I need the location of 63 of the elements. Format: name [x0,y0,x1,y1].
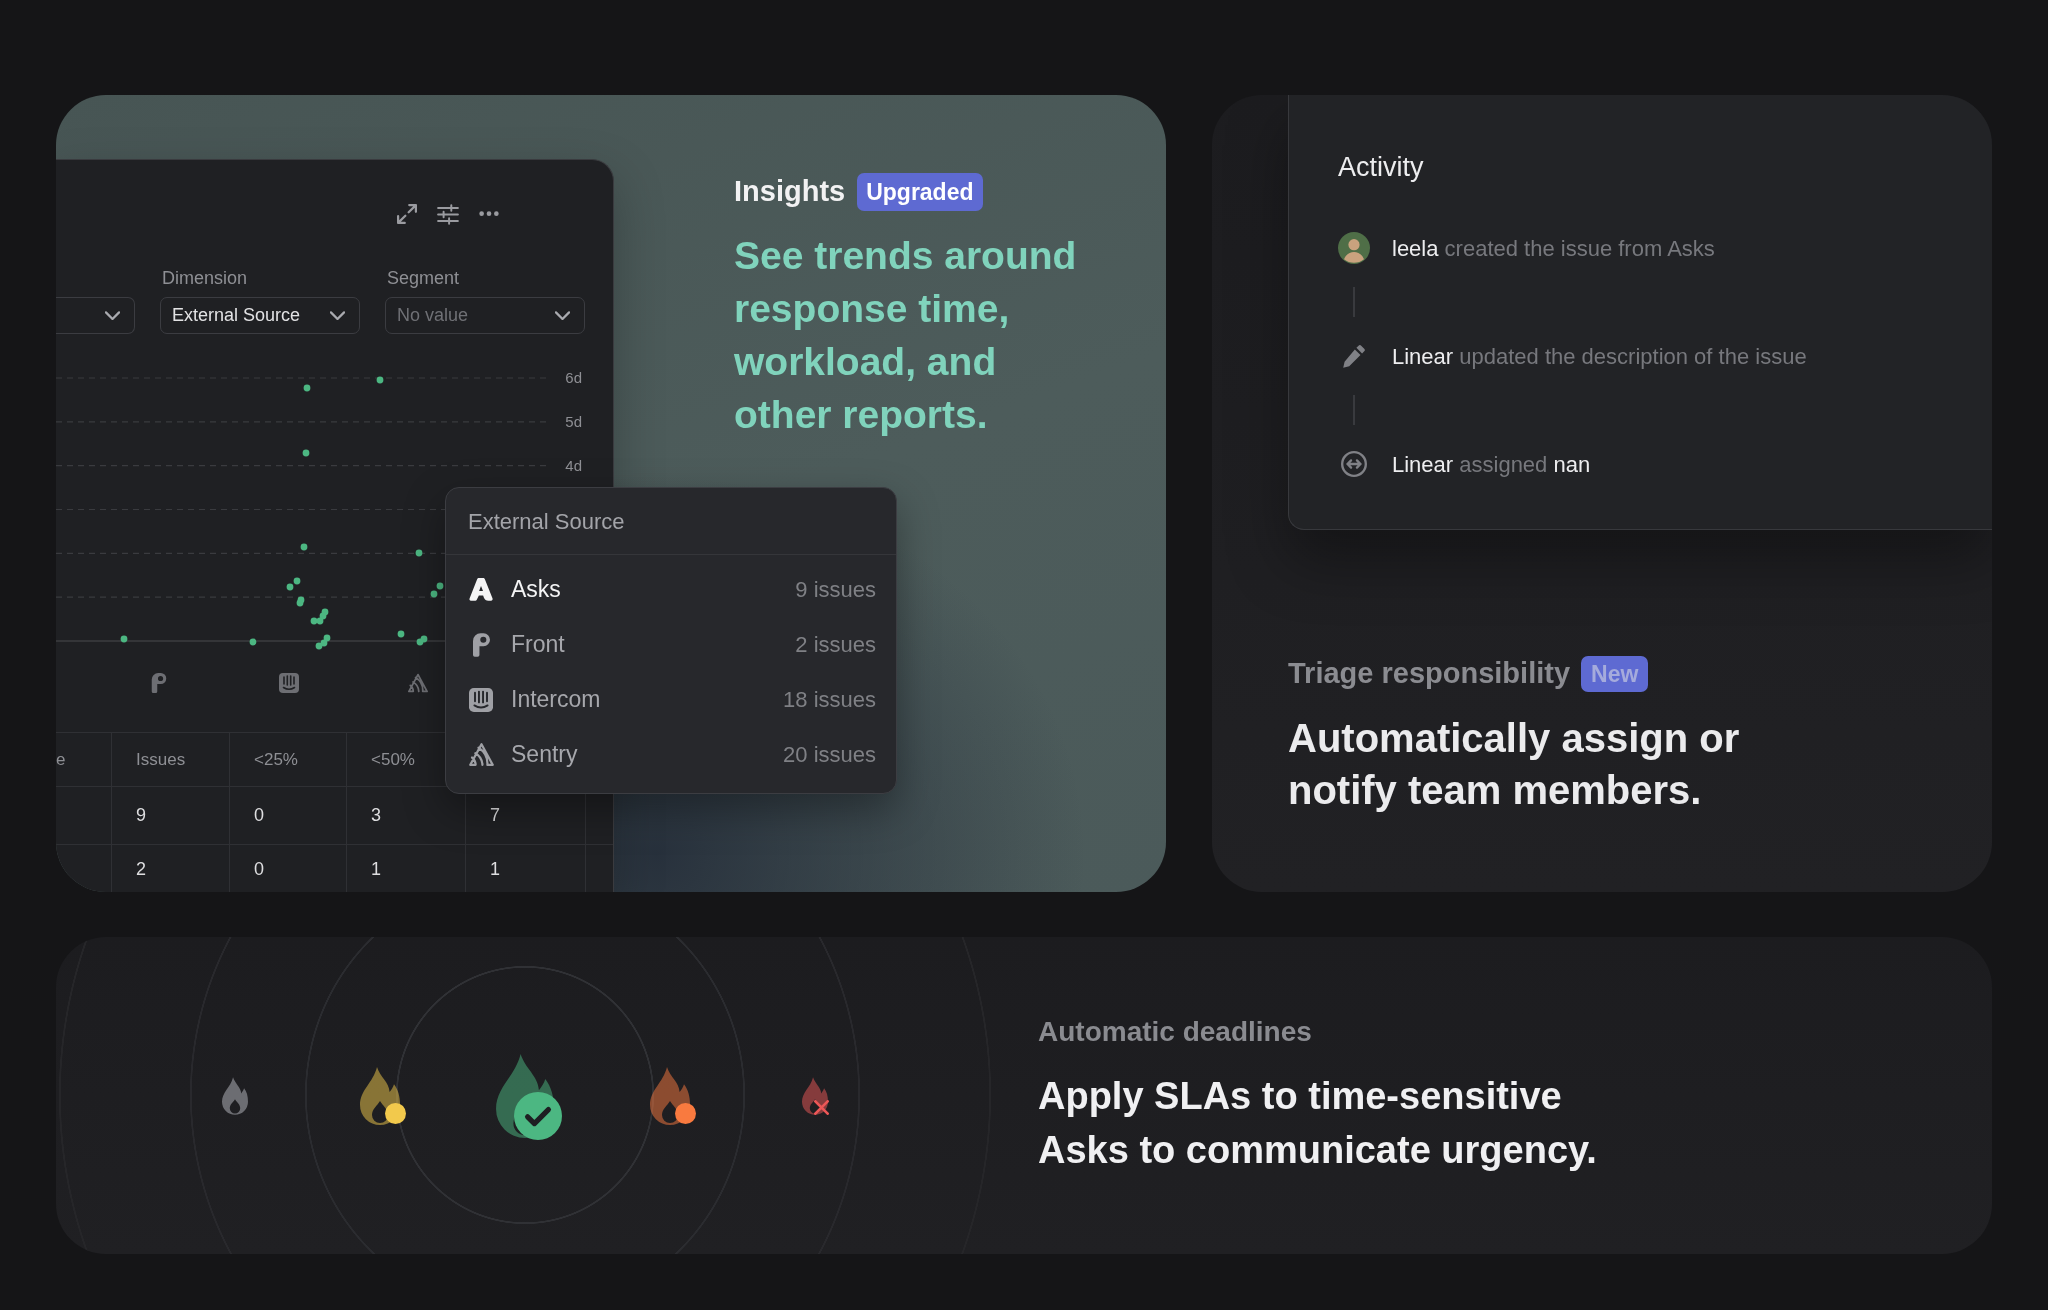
issue-count: 9 issues [795,576,876,604]
issue-count: 2 issues [795,631,876,659]
triangle-arcs-icon [468,743,494,766]
table-cell: 9 [112,787,230,845]
tick-label: 6d [565,369,582,386]
field-label: Segment [386,267,460,289]
section-title: Automatic deadlines [1038,1015,1312,1049]
issue-count: 18 issues [783,686,876,714]
table-cell: 0 [230,845,347,892]
menu-item[interactable]: Asks 9 issues [446,562,896,617]
data-point [397,630,405,638]
pencil-icon [1343,344,1365,368]
column-header: e [56,733,112,787]
striped-square-icon [469,687,493,712]
a-letter-icon [469,578,493,601]
activity-text: Linear updated the description of the issue [1392,342,1807,371]
feature-badge: New [1581,656,1649,692]
feature-badge: Upgraded [857,173,983,211]
data-point [249,638,257,646]
triangle-arcs-icon [408,674,428,692]
field-label: Dimension [161,267,248,289]
dropdown-field[interactable]: No value [385,297,585,334]
menu-title: External Source [468,507,625,536]
data-point [300,543,308,551]
double-arrow-circle-icon [1341,451,1367,477]
activity-text: Linear assigned nan [1392,450,1591,479]
headline-text: Automatically assign or notify team members. [1288,715,1741,814]
tick-label: 5d [565,412,582,430]
menu-item[interactable]: Intercom 18 issues [446,672,896,727]
flame-icon [221,1076,248,1115]
p-letter-icon [151,673,167,693]
tick-label: 4d [565,456,582,474]
avatar-icon [1338,232,1370,264]
panel-title: Activity [1338,151,1424,183]
data-point [120,635,128,643]
flame-icon [801,1076,828,1115]
data-point [302,449,310,457]
headline-text: Apply SLAs to time-sensitive Asks to communicate urgency. [1038,1074,1598,1173]
expand-icon[interactable] [397,204,417,224]
column-header: <25% [230,733,347,787]
table-cell: 1 [466,845,586,892]
dropdown-field[interactable]: External Source [160,297,360,334]
column-header: Issues [112,733,230,787]
dropdown-field[interactable] [56,297,135,334]
section-title: Triage responsibility [1288,656,1571,692]
section-title: Insights [734,174,846,210]
data-point [303,384,311,392]
headline-text: See trends around response time, workload, and other reports. [734,233,1078,438]
data-point [415,549,423,557]
table-cell: 1 [347,845,466,892]
activity-text: leela created the issue from Asks [1392,234,1715,263]
table-cell: 0 [230,787,347,845]
menu-item[interactable]: Front 2 issues [446,617,896,672]
issue-count: 20 issues [783,741,876,769]
sliders-icon[interactable] [437,203,459,225]
table-cell: 2 [112,845,230,892]
data-point [376,376,384,384]
p-letter-icon [472,632,490,657]
chevron-down-icon [105,311,120,321]
striped-square-icon [279,673,299,693]
more-icon[interactable] [479,211,499,217]
chevron-down-icon [555,311,570,321]
chevron-down-icon [330,311,345,321]
